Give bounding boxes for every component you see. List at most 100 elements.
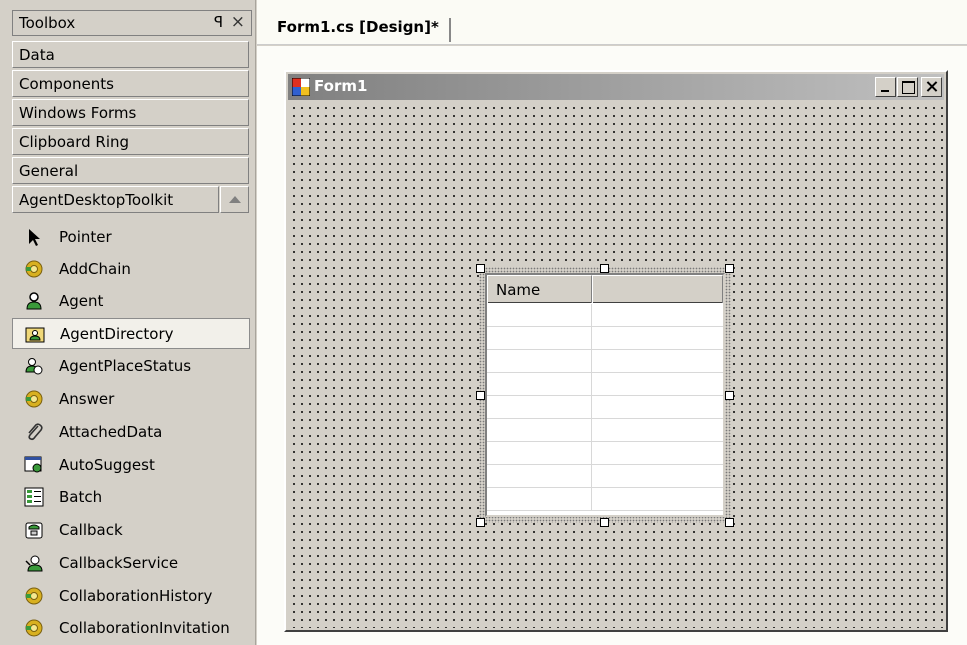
resize-handle-bottom[interactable] <box>600 518 609 527</box>
tool-label: CollaborationInvitation <box>59 619 230 637</box>
grid-cell[interactable] <box>487 304 592 326</box>
form-window[interactable]: Form1 Name <box>284 70 948 632</box>
tool-batch[interactable]: Batch <box>12 482 250 513</box>
resize-handle-top-left[interactable] <box>476 264 485 273</box>
grid-cell[interactable] <box>592 327 723 349</box>
grid-cell[interactable] <box>487 327 592 349</box>
grid-cell[interactable] <box>487 465 592 487</box>
grid-cell[interactable] <box>592 442 723 464</box>
tool-addchain[interactable]: AddChain <box>12 254 250 285</box>
callback-icon <box>25 522 43 539</box>
close-icon[interactable]: × <box>231 12 245 32</box>
close-button[interactable] <box>921 77 942 97</box>
document-area: Form1.cs [Design]* Form1 Name <box>257 0 967 645</box>
grid-header-row: Name <box>487 275 723 303</box>
toolbox-panel: Toolbox ꟼ × Data Components Windows Form… <box>0 0 256 645</box>
grid-cell[interactable] <box>592 373 723 395</box>
toolbox-header: Toolbox ꟼ × <box>12 10 252 36</box>
grid-cell[interactable] <box>487 488 592 510</box>
scroll-up-button[interactable] <box>220 186 249 213</box>
toolbox-category-agentdesktoptoolkit[interactable]: AgentDesktopToolkit <box>12 186 219 213</box>
tool-agentdirectory[interactable]: AgentDirectory <box>12 318 250 349</box>
minimize-button[interactable] <box>875 77 896 97</box>
tool-callbackservice[interactable]: CallbackService <box>12 548 250 579</box>
toolbox-category-components[interactable]: Components <box>12 70 249 97</box>
autosuggest-icon <box>24 456 42 473</box>
column-header-name[interactable]: Name <box>487 275 592 303</box>
tool-label: AutoSuggest <box>59 456 155 474</box>
tool-agentplacestatus[interactable]: AgentPlaceStatus <box>12 351 250 382</box>
table-row[interactable] <box>487 373 723 396</box>
tool-collaborationinvitation[interactable]: CollaborationInvitation <box>12 613 250 644</box>
data-grid[interactable]: Name <box>485 273 725 517</box>
table-row[interactable] <box>487 350 723 373</box>
tool-label: AddChain <box>59 260 131 278</box>
resize-handle-left[interactable] <box>476 391 485 400</box>
tool-collaborationhistory[interactable]: CollaborationHistory <box>12 581 250 612</box>
table-row[interactable] <box>487 419 723 442</box>
tool-label: Pointer <box>59 228 112 246</box>
resize-handle-top-right[interactable] <box>725 264 734 273</box>
form-titlebar[interactable]: Form1 <box>288 74 944 100</box>
resize-handle-right[interactable] <box>725 391 734 400</box>
table-row[interactable] <box>487 442 723 465</box>
agent-icon <box>26 292 42 310</box>
tool-autosuggest[interactable]: AutoSuggest <box>12 450 250 481</box>
tab-form1-design[interactable]: Form1.cs [Design]* <box>277 18 451 42</box>
tool-label: Batch <box>59 488 103 506</box>
column-header-2[interactable] <box>592 275 723 303</box>
tool-label: Agent <box>59 292 104 310</box>
grid-cell[interactable] <box>592 465 723 487</box>
toolbox-title: Toolbox <box>19 14 76 32</box>
grid-cell[interactable] <box>487 419 592 441</box>
table-row[interactable] <box>487 488 723 511</box>
grid-cell[interactable] <box>487 442 592 464</box>
resize-handle-bottom-left[interactable] <box>476 518 485 527</box>
form-client-area[interactable]: Name <box>288 102 944 628</box>
grid-cell[interactable] <box>487 396 592 418</box>
toolbox-category-windows-forms[interactable]: Windows Forms <box>12 99 249 126</box>
gear-component-icon <box>25 587 43 605</box>
grid-body <box>487 304 723 511</box>
tool-label: CallbackService <box>59 554 179 572</box>
tool-attacheddata[interactable]: AttachedData <box>12 417 250 448</box>
callback-service-icon <box>25 555 43 572</box>
designer-surface[interactable]: Form1 Name <box>257 46 967 645</box>
tool-label: Answer <box>59 390 115 408</box>
resize-handle-top[interactable] <box>600 264 609 273</box>
gear-component-icon <box>25 619 43 637</box>
paperclip-icon <box>28 423 43 441</box>
tool-agent[interactable]: Agent <box>12 286 250 317</box>
agent-directory-icon <box>25 327 45 343</box>
form-title: Form1 <box>314 77 368 95</box>
grid-cell[interactable] <box>487 373 592 395</box>
tool-label: Callback <box>59 521 123 539</box>
maximize-button[interactable] <box>897 77 918 97</box>
tool-label: AttachedData <box>59 423 163 441</box>
grid-selection-frame[interactable]: Name <box>476 264 734 527</box>
toolbox-category-general[interactable]: General <box>12 157 249 184</box>
tool-label: CollaborationHistory <box>59 587 213 605</box>
table-row[interactable] <box>487 304 723 327</box>
toolbox-category-data[interactable]: Data <box>12 41 249 68</box>
pin-icon[interactable]: ꟼ <box>214 13 223 31</box>
grid-cell[interactable] <box>592 396 723 418</box>
grid-cell[interactable] <box>487 350 592 372</box>
tool-label: AgentPlaceStatus <box>59 357 192 375</box>
grid-cell[interactable] <box>592 488 723 510</box>
tool-label: AgentDirectory <box>60 325 174 343</box>
table-row[interactable] <box>487 465 723 488</box>
grid-cell[interactable] <box>592 419 723 441</box>
table-row[interactable] <box>487 396 723 419</box>
tool-pointer[interactable]: Pointer <box>12 222 250 253</box>
document-tabstrip: Form1.cs [Design]* <box>257 0 967 45</box>
grid-cell[interactable] <box>592 350 723 372</box>
toolbox-category-clipboard-ring[interactable]: Clipboard Ring <box>12 128 249 155</box>
table-row[interactable] <box>487 327 723 350</box>
gear-component-icon <box>25 260 43 278</box>
agent-place-status-icon <box>25 358 43 375</box>
grid-cell[interactable] <box>592 304 723 326</box>
tool-callback[interactable]: Callback <box>12 515 250 546</box>
tool-answer[interactable]: Answer <box>12 384 250 415</box>
resize-handle-bottom-right[interactable] <box>725 518 734 527</box>
